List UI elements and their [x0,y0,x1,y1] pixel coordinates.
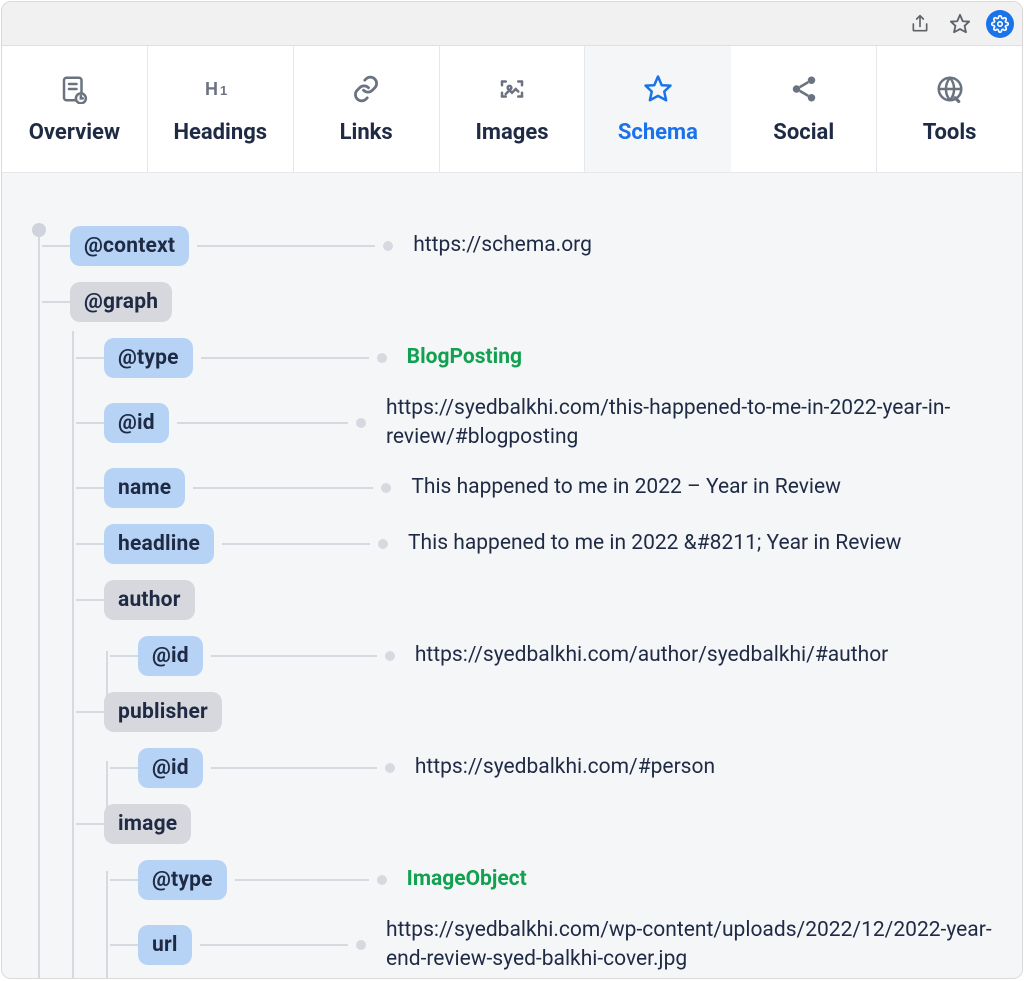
overview-icon [59,74,89,104]
schema-value: https://schema.org [413,231,592,260]
tab-headings[interactable]: H1 Headings [148,46,294,172]
tree-row[interactable]: @id https://syedbalkhi.com/author/syedba… [42,633,1006,679]
schema-key-badge: @id [138,636,203,676]
browser-chrome-bar [2,2,1022,46]
schema-content: @context https://schema.org @graph @type… [2,173,1022,979]
svg-text:1: 1 [220,83,227,98]
schema-icon [643,74,673,104]
tab-label: Social [773,120,834,145]
schema-key-badge: image [104,804,191,844]
schema-key-badge: headline [104,524,214,564]
schema-key-badge: name [104,468,185,508]
tab-label: Links [340,120,393,145]
tree-row[interactable]: @type BlogPosting [42,335,1006,381]
tab-links[interactable]: Links [294,46,440,172]
tree-row[interactable]: author [42,577,1006,623]
tab-schema[interactable]: Schema [585,46,731,172]
share-icon[interactable] [906,10,934,38]
headings-icon: H1 [205,74,235,104]
schema-key-badge: author [104,580,195,620]
schema-key-badge: @graph [70,282,172,322]
svg-text:H: H [205,79,218,99]
schema-value: https://syedbalkhi.com/#person [415,753,715,782]
tab-label: Overview [29,120,120,145]
tree-row[interactable]: publisher [42,689,1006,735]
tab-bar: Overview H1 Headings Links Images Schema [2,46,1022,173]
extension-window: Overview H1 Headings Links Images Schema [1,1,1023,979]
tab-label: Headings [173,120,267,145]
extension-settings-icon[interactable] [986,10,1014,38]
tab-social[interactable]: Social [731,46,877,172]
tree-row[interactable]: headline This happened to me in 2022 &#8… [42,521,1006,567]
tree-root-line [38,237,40,979]
schema-value: https://syedbalkhi.com/author/syedbalkhi… [415,641,888,670]
tab-overview[interactable]: Overview [2,46,148,172]
tree-row[interactable]: name This happened to me in 2022 – Year … [42,465,1006,511]
tab-label: Schema [618,120,698,145]
schema-key-badge: @id [138,748,203,788]
schema-value: This happened to me in 2022 &#8211; Year… [408,529,901,558]
tab-tools[interactable]: Tools [877,46,1022,172]
tree-row[interactable]: image [42,801,1006,847]
tools-icon [935,74,965,104]
tab-images[interactable]: Images [440,46,586,172]
schema-key-badge: @type [138,860,227,900]
schema-value: ImageObject [407,865,527,894]
images-icon [497,74,527,104]
tree-row[interactable]: url https://syedbalkhi.com/wp-content/up… [42,913,1006,977]
schema-value: https://syedbalkhi.com/wp-content/upload… [386,916,1006,975]
schema-key-badge: @id [104,403,169,443]
schema-value: BlogPosting [407,343,522,372]
schema-key-badge: @context [70,226,189,266]
tree-row-graph[interactable]: @graph [42,279,1006,325]
star-icon[interactable] [946,10,974,38]
tab-label: Images [476,120,549,145]
social-icon [789,74,819,104]
schema-key-badge: @type [104,338,193,378]
schema-value: https://syedbalkhi.com/this-happened-to-… [386,394,1006,453]
tree-row-context[interactable]: @context https://schema.org [42,223,1006,269]
tree-row[interactable]: @id https://syedbalkhi.com/this-happened… [42,391,1006,455]
schema-value: This happened to me in 2022 – Year in Re… [411,473,841,502]
tab-label: Tools [923,120,977,145]
schema-key-badge: publisher [104,692,222,732]
links-icon [351,74,381,104]
schema-key-badge: url [138,925,192,965]
tree-row[interactable]: @id https://syedbalkhi.com/#person [42,745,1006,791]
tree-row[interactable]: @type ImageObject [42,857,1006,903]
